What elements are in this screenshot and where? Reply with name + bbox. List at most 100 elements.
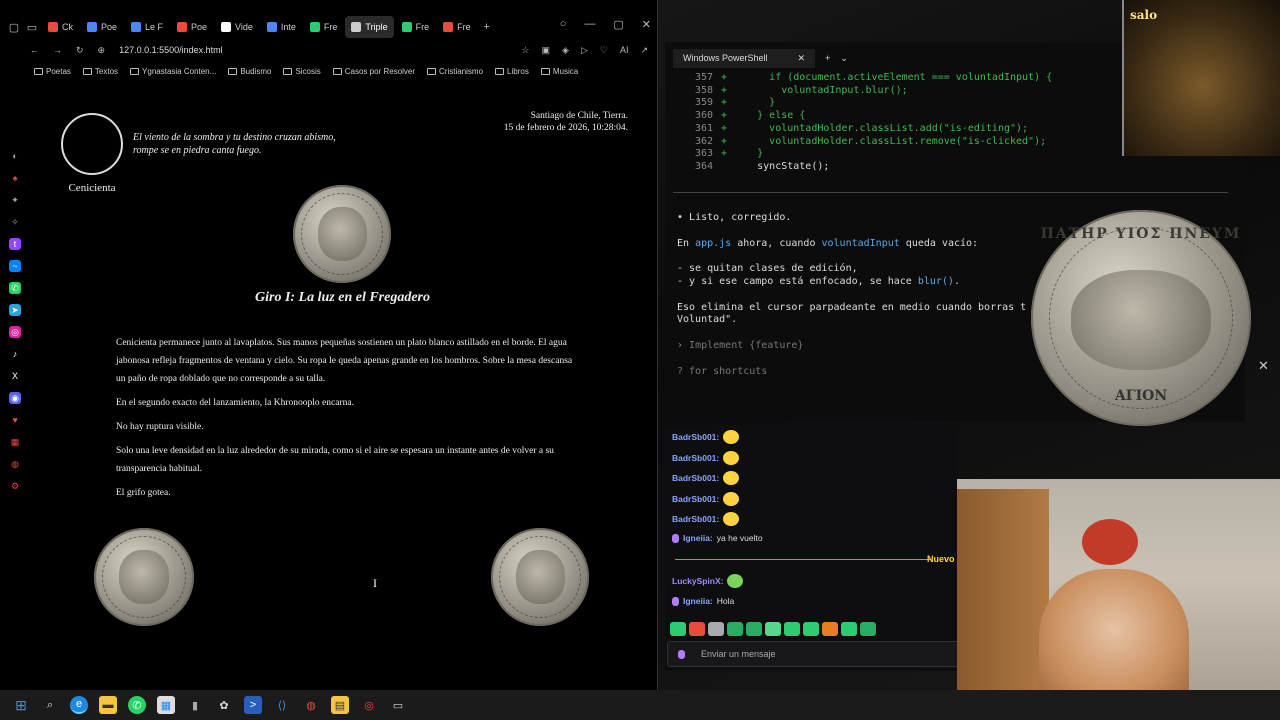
minimize-icon[interactable]: —: [584, 18, 595, 31]
whatsapp-task-icon[interactable]: ✆: [128, 696, 146, 714]
sidebar-home-icon[interactable]: ◐: [9, 150, 21, 162]
x-icon[interactable]: X: [9, 370, 21, 382]
twitch-icon[interactable]: t: [9, 238, 21, 250]
forward-icon[interactable]: →: [53, 45, 62, 55]
tab-1[interactable]: Poe: [81, 16, 123, 38]
chat-user[interactable]: Igneiia:: [683, 596, 713, 606]
emote-icon[interactable]: [765, 622, 781, 636]
tab-actions-icon[interactable]: ▢: [6, 19, 22, 35]
tab-5[interactable]: Inte: [261, 16, 302, 38]
emote-icon[interactable]: [727, 622, 743, 636]
emote-icon[interactable]: [822, 622, 838, 636]
chatgpt-icon[interactable]: ✿: [215, 696, 233, 714]
bookmark-folder[interactable]: Sicosis: [283, 66, 321, 76]
bookmark-folder[interactable]: Libros: [495, 67, 529, 76]
site-info-icon[interactable]: ⊕: [98, 45, 106, 56]
pen-icon[interactable]: ↗: [640, 45, 648, 56]
tab-7[interactable]: Triple: [345, 16, 394, 38]
maximize-icon[interactable]: ▢: [613, 18, 623, 31]
emote-icon[interactable]: [803, 622, 819, 636]
chat-user[interactable]: LuckySpinX:: [672, 576, 723, 586]
ai-button[interactable]: AI: [620, 45, 629, 55]
tab-8[interactable]: Fre: [396, 16, 436, 38]
history-icon[interactable]: ▦: [9, 436, 21, 448]
chat-user[interactable]: BadrSb001:: [672, 453, 719, 463]
bookmark-label: Sicosis: [295, 66, 321, 76]
tab-2[interactable]: Le F: [125, 16, 169, 38]
powershell-icon[interactable]: >: [244, 696, 262, 714]
back-icon[interactable]: ←: [30, 45, 39, 55]
new-messages-divider: [675, 559, 931, 560]
tab-9[interactable]: Fre: [437, 16, 477, 38]
mic-icon[interactable]: [678, 649, 685, 659]
emote-icon[interactable]: [841, 622, 857, 636]
tab-6[interactable]: Fre: [304, 16, 344, 38]
play-icon[interactable]: ▷: [581, 45, 588, 56]
chevron-down-icon[interactable]: ⌄: [840, 53, 848, 64]
close-tab-icon[interactable]: ✕: [798, 53, 806, 64]
bookmark-folder[interactable]: Ygnastasia Conten...: [130, 67, 216, 76]
tab-4[interactable]: Vide: [215, 16, 259, 38]
emote-icon[interactable]: [670, 622, 686, 636]
chat-user[interactable]: Igneiia:: [683, 533, 713, 543]
discord-icon[interactable]: ◉: [9, 392, 21, 404]
search-icon[interactable]: ⌕: [41, 696, 59, 714]
sidebar-star-icon[interactable]: ✦: [9, 194, 21, 206]
new-terminal-tab-icon[interactable]: +: [825, 53, 830, 63]
close-panel-icon[interactable]: ✕: [1258, 358, 1269, 374]
url-field[interactable]: 127.0.0.1:5500/index.html: [119, 45, 223, 55]
store-icon[interactable]: ▦: [157, 696, 175, 714]
device-icon[interactable]: ▮: [186, 696, 204, 714]
shield-icon[interactable]: ◈: [562, 45, 569, 56]
notes-icon[interactable]: ▤: [331, 696, 349, 714]
heart-side-icon[interactable]: ♥: [9, 414, 21, 426]
line-number: 361: [694, 122, 713, 134]
chat-user[interactable]: BadrSb001:: [672, 494, 719, 504]
heart-icon[interactable]: ♡: [600, 45, 608, 56]
emote-icon[interactable]: [784, 622, 800, 636]
tab-powershell[interactable]: Windows PowerShell ✕: [673, 48, 816, 68]
split-icon[interactable]: ▣: [542, 45, 551, 56]
settings-icon[interactable]: ⚙: [9, 480, 21, 492]
emote-icon[interactable]: [689, 622, 705, 636]
whatsapp-icon[interactable]: ✆: [9, 282, 21, 294]
search-tabs-icon[interactable]: ○: [560, 18, 567, 31]
chat-user[interactable]: BadrSb001:: [672, 432, 719, 442]
emote-icon[interactable]: [708, 622, 724, 636]
close-icon[interactable]: ✕: [642, 18, 651, 31]
bookmark-folder[interactable]: Budismo: [228, 67, 271, 76]
chat-user[interactable]: BadrSb001:: [672, 514, 719, 524]
prompt-input[interactable]: Implement {feature}: [689, 340, 803, 351]
start-icon[interactable]: ⊞: [12, 696, 30, 714]
chat-input[interactable]: Enviar un mensaje: [667, 641, 959, 667]
edge-icon[interactable]: e: [70, 696, 88, 714]
download-icon[interactable]: ◍: [9, 458, 21, 470]
bookmark-folder[interactable]: Cristianismo: [427, 67, 483, 76]
tiktok-icon[interactable]: ♪: [9, 348, 21, 360]
tab-3[interactable]: Poe: [171, 16, 213, 38]
bookmark-folder[interactable]: Textos: [82, 67, 118, 76]
new-tab-icon[interactable]: +: [479, 19, 495, 35]
messenger-icon[interactable]: ~: [9, 260, 21, 272]
obs-icon[interactable]: ◍: [302, 696, 320, 714]
tab-0[interactable]: Ck: [42, 16, 79, 38]
emote-icon[interactable]: [860, 622, 876, 636]
reload-icon[interactable]: ↻: [76, 45, 84, 56]
telegram-icon[interactable]: ➤: [9, 304, 21, 316]
terminal-task-icon[interactable]: ▭: [389, 696, 407, 714]
vscode-icon[interactable]: ⟨⟩: [273, 696, 291, 714]
explorer-icon[interactable]: ▬: [99, 696, 117, 714]
bookmark-folder[interactable]: Poetas: [34, 67, 71, 76]
chat-user[interactable]: BadrSb001:: [672, 473, 719, 483]
bookmark-folder[interactable]: Casos por Resolver: [332, 67, 415, 76]
sidebar-ai-icon[interactable]: ✧: [9, 216, 21, 228]
code-text: }: [733, 97, 776, 109]
instagram-icon[interactable]: ◎: [9, 326, 21, 338]
bookmark-icon[interactable]: ☆: [521, 45, 529, 56]
workspace-icon[interactable]: ▭: [24, 19, 40, 35]
record-icon[interactable]: ◎: [360, 696, 378, 714]
sidebar-red-icon[interactable]: ♠: [9, 172, 21, 184]
code-line: 360 + } else {: [693, 110, 1052, 123]
bookmark-folder[interactable]: Musica: [540, 67, 578, 76]
emote-icon[interactable]: [746, 622, 762, 636]
